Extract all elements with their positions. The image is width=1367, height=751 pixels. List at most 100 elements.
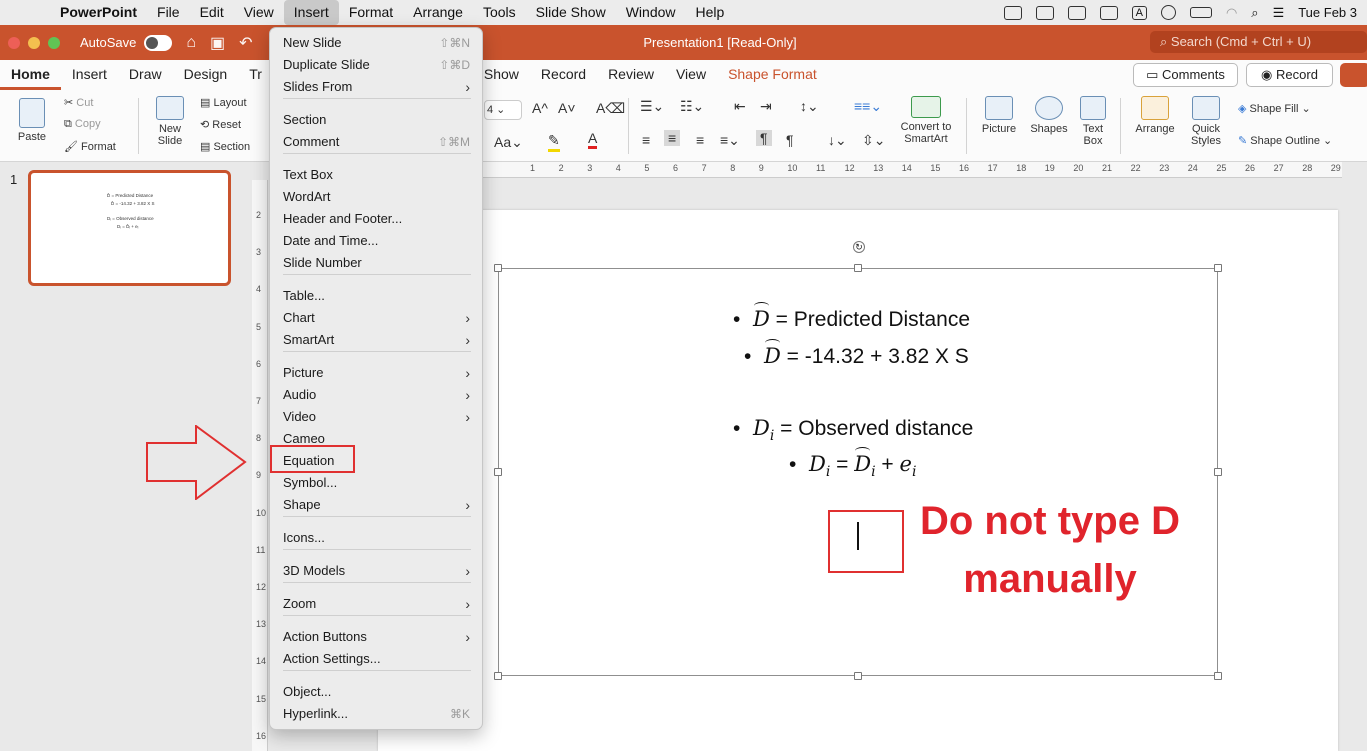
clock[interactable]: Tue Feb 3 [1298, 5, 1357, 20]
highlight-icon[interactable]: ✎ [548, 132, 560, 152]
teams-icon[interactable] [1035, 5, 1054, 20]
rtl-text-icon[interactable]: ¶ [786, 132, 794, 148]
menu-window[interactable]: Window [616, 0, 686, 25]
tab-shape-format[interactable]: Shape Format [717, 60, 828, 90]
horizontal-ruler[interactable]: 1 2 3 4 5 6 7 8 9 10 11 12 13 14 15 16 17 18 19 20 21 22 23 24 2… [478, 162, 1342, 178]
bullets-icon[interactable]: ☰⌄ [640, 98, 664, 115]
picture-button[interactable]: Picture [976, 96, 1022, 135]
menu-item-table[interactable]: Table... [270, 285, 484, 307]
resize-handle[interactable] [854, 264, 862, 272]
minimize-window-icon[interactable] [28, 36, 40, 49]
paste-button[interactable]: Paste [12, 98, 52, 143]
menu-app-name[interactable]: PowerPoint [50, 0, 147, 25]
tab-insert[interactable]: Insert [61, 60, 118, 90]
menu-item-3d-models[interactable]: 3D Models › [270, 560, 484, 582]
menu-item-duplicate-slide[interactable]: Duplicate Slide ⇧⌘D [270, 54, 484, 76]
resize-handle[interactable] [854, 672, 862, 680]
menu-item-slides-from[interactable]: Slides From › [270, 76, 484, 98]
tab-home[interactable]: Home [0, 60, 61, 90]
text-direction-icon[interactable]: ↓⌄ [828, 132, 847, 149]
tab-review[interactable]: Review [597, 60, 665, 90]
shapes-button[interactable]: Shapes [1026, 96, 1072, 135]
resize-handle[interactable] [494, 672, 502, 680]
tab-view[interactable]: View [665, 60, 717, 90]
resize-handle[interactable] [1214, 264, 1222, 272]
decrease-indent-icon[interactable]: ⇤ [734, 98, 746, 115]
menu-insert[interactable]: Insert [283, 0, 339, 25]
zoom-window-icon[interactable] [48, 36, 60, 49]
clear-formatting-icon[interactable]: A⌫ [596, 100, 625, 117]
home-icon[interactable]: ⌂ [186, 34, 196, 52]
menu-file[interactable]: File [147, 0, 190, 25]
battery-icon[interactable] [1189, 7, 1212, 18]
menu-item-new-slide[interactable]: New Slide ⇧⌘N [270, 32, 484, 54]
shape-fill-button[interactable]: ◈ Shape Fill ⌄ [1238, 102, 1311, 115]
menu-arrange[interactable]: Arrange [403, 0, 473, 25]
user-icon[interactable] [1160, 5, 1176, 20]
undo-icon[interactable]: ↶ [239, 33, 252, 53]
text-box-button[interactable]: Text Box [1074, 96, 1112, 147]
close-window-icon[interactable] [8, 36, 20, 49]
convert-smartart-button[interactable]: Convert to SmartArt [894, 96, 958, 145]
menu-item-slide-number[interactable]: Slide Number [270, 252, 484, 274]
tab-transitions[interactable]: Tr [238, 60, 273, 90]
menu-item-text-box[interactable]: Text Box [270, 164, 484, 186]
status-icon-1[interactable] [1003, 5, 1022, 20]
search-icon[interactable]: ⌕ [1251, 5, 1258, 21]
menu-item-wordart[interactable]: WordArt [270, 186, 484, 208]
menu-item-shape[interactable]: Shape › [270, 494, 484, 516]
copy-button[interactable]: ⧉ Copy [64, 118, 101, 131]
save-icon[interactable]: ▣ [210, 33, 225, 53]
tab-record[interactable]: Record [530, 60, 597, 90]
increase-indent-icon[interactable]: ⇥ [760, 98, 772, 115]
format-painter-button[interactable]: 🖌 Format [64, 140, 116, 153]
menu-item-date-and-time[interactable]: Date and Time... [270, 230, 484, 252]
menu-item-action-buttons[interactable]: Action Buttons › [270, 626, 484, 648]
justify-icon[interactable]: ≡⌄ [720, 132, 740, 149]
increase-font-icon[interactable]: A^ [532, 100, 548, 116]
resize-handle[interactable] [1214, 468, 1222, 476]
menu-item-comment[interactable]: Comment ⇧⌘M [270, 131, 484, 153]
menu-item-hyperlink[interactable]: Hyperlink... ⌘K [270, 703, 484, 725]
vertical-ruler[interactable]: 2 3 4 5 6 7 8 9 10 11 12 13 14 15 16 [252, 180, 268, 751]
resize-handle[interactable] [1214, 672, 1222, 680]
align-text-icon[interactable]: ⇳⌄ [862, 132, 885, 149]
wifi-icon[interactable]: ◠ [1226, 5, 1237, 21]
rotate-handle-icon[interactable]: ↻ [853, 241, 865, 253]
share-button[interactable] [1340, 63, 1367, 87]
font-color-icon[interactable]: A [588, 130, 598, 149]
shape-outline-button[interactable]: ✎ Shape Outline ⌄ [1238, 134, 1332, 147]
comments-button[interactable]: ▭ Comments [1133, 63, 1238, 87]
cloud-icon[interactable] [1067, 5, 1086, 20]
align-center-icon[interactable]: ≡ [664, 130, 681, 146]
menu-item-header-and-footer[interactable]: Header and Footer... [270, 208, 484, 230]
line-spacing-icon[interactable]: ↕⌄ [800, 98, 819, 115]
menu-item-chart[interactable]: Chart › [270, 307, 484, 329]
decrease-font-icon[interactable]: A˅ [558, 100, 576, 116]
menu-item-symbol[interactable]: Symbol... [270, 472, 484, 494]
menu-tools[interactable]: Tools [473, 0, 526, 25]
menu-edit[interactable]: Edit [190, 0, 234, 25]
numbering-icon[interactable]: ☷⌄ [680, 98, 704, 115]
autosave-toggle[interactable] [144, 34, 173, 51]
control-center-icon[interactable]: ☰ [1273, 5, 1285, 21]
ltr-text-icon[interactable]: ¶ [756, 130, 772, 146]
menu-item-section[interactable]: Section [270, 109, 484, 131]
section-button[interactable]: ▤ Section [200, 140, 250, 153]
menu-help[interactable]: Help [686, 0, 735, 25]
tab-draw[interactable]: Draw [118, 60, 173, 90]
menu-item-object[interactable]: Object... [270, 681, 484, 703]
menu-slide-show[interactable]: Slide Show [526, 0, 616, 25]
tab-design[interactable]: Design [173, 60, 239, 90]
align-right-icon[interactable]: ≡ [696, 132, 704, 148]
menu-view[interactable]: View [234, 0, 284, 25]
columns-icon[interactable]: ≡≡⌄ [854, 98, 882, 115]
menu-format[interactable]: Format [339, 0, 403, 25]
arrange-button[interactable]: Arrange [1130, 96, 1180, 135]
resize-handle[interactable] [494, 468, 502, 476]
slide-thumbnail[interactable]: D̂ = Predicted Distance D̂ = -14.32 + 3.… [28, 170, 231, 286]
menu-item-zoom[interactable]: Zoom › [270, 593, 484, 615]
new-slide-button[interactable]: New Slide [148, 96, 192, 147]
menu-item-picture[interactable]: Picture › [270, 362, 484, 384]
menu-item-audio[interactable]: Audio › [270, 384, 484, 406]
